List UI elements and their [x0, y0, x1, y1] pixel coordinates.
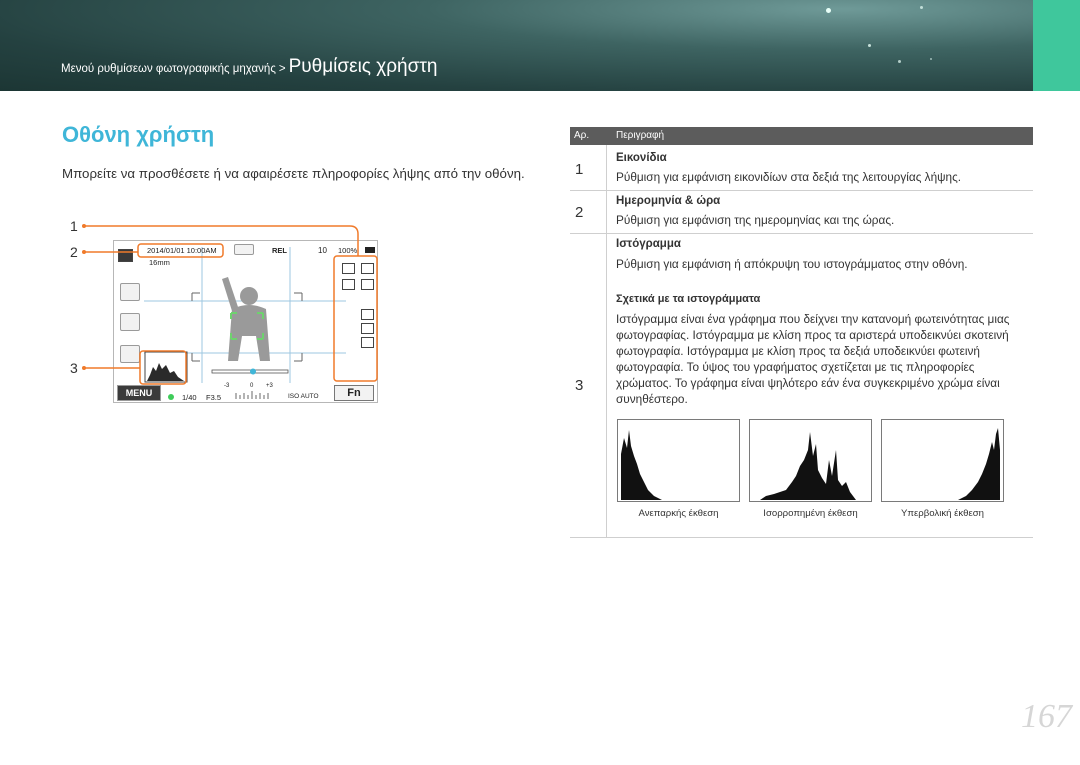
histogram-about-text: Ιστόγραμμα είναι ένα γράφημα που δείχνει…: [616, 312, 1010, 406]
row-3-description: Ρύθμιση για εμφάνιση ή απόκρυψη του ιστο…: [616, 257, 968, 271]
row-3-title: Ιστόγραμμα: [616, 238, 681, 250]
callout-2-label: 2: [70, 244, 78, 260]
screen-ev-plus: +3: [266, 383, 273, 389]
screen-rel-label: REL: [272, 246, 287, 255]
fn-button[interactable]: Fn: [334, 385, 374, 401]
flash-icon: [361, 295, 374, 306]
row-divider: [570, 190, 1033, 191]
decor-sparkle: [920, 6, 923, 9]
camera-screen-illustration: 2014/01/01 10:00AM 16mm REL 10 100% MENU…: [113, 240, 378, 403]
row-2-description: Ρύθμιση για εμφάνιση της ημερομηνίας και…: [616, 213, 895, 227]
histogram-caption-overexposed: Υπερβολική έκθεση: [901, 508, 984, 519]
row-2-title: Ημερομηνία & ώρα: [616, 195, 721, 207]
screen-ev-zero: 0: [250, 383, 254, 389]
smart-filter-icon: [361, 323, 374, 334]
table-column-divider: [606, 145, 607, 537]
table-header: Αρ. Περιγραφή: [570, 127, 1033, 145]
decor-sparkle: [930, 58, 932, 60]
callout-3-label: 3: [70, 360, 78, 376]
breadcrumb-separator: >: [278, 63, 286, 75]
histogram-caption-underexposed: Ανεπαρκής έκθεση: [638, 508, 719, 519]
column-header-number: Αρ.: [574, 130, 590, 141]
metering-icon: [342, 263, 355, 274]
histogram-about-title: Σχετικά με τα ιστογράμματα: [616, 293, 761, 305]
row-1-description: Ρύθμιση για εμφάνιση εικονιδίων στα δεξι…: [616, 170, 962, 184]
af-area-icon: [361, 309, 374, 320]
row-3-number: 3: [575, 377, 584, 394]
header-banner: Μενού ρυθμίσεων φωτογραφικής μηχανής > Ρυθ…: [0, 0, 1080, 91]
row-2-number: 2: [575, 204, 584, 221]
exposure-comp-icon: [361, 337, 374, 348]
wifi-icon[interactable]: [120, 313, 140, 331]
chapter-tab[interactable]: [1033, 0, 1080, 91]
shooting-mode-icon: [118, 249, 133, 262]
screen-battery-level: 100%: [338, 246, 358, 255]
table-bottom-border: [570, 537, 1033, 538]
menu-button[interactable]: MENU: [117, 385, 161, 401]
decor-sparkle: [826, 8, 831, 13]
screen-focal-length: 16mm: [149, 258, 170, 267]
row-1-number: 1: [575, 161, 584, 178]
quality-icon: [342, 279, 355, 290]
screen-datetime: 2014/01/01 10:00AM: [147, 246, 217, 255]
breadcrumb-current: Ρυθμίσεις χρήστη: [288, 56, 438, 77]
histogram-balanced: [749, 419, 872, 502]
screen-ev-minus: -3: [224, 383, 230, 389]
breadcrumb: Μενού ρυθμίσεων φωτογραφικής μηχανής > Ρυθ…: [61, 56, 437, 78]
decor-sparkle: [898, 60, 901, 63]
histogram-caption-balanced: Ισορροπημένη έκθεση: [763, 508, 858, 519]
face-detect-icon: [361, 366, 374, 377]
row-1-title: Εικονίδια: [616, 152, 667, 164]
drive-mode-icon: [361, 279, 374, 290]
camera-settings-icon[interactable]: [120, 283, 140, 301]
screen-aperture: F3.5: [206, 393, 222, 402]
playback-icon[interactable]: [120, 345, 140, 363]
screen-iso: ISO AUTO: [288, 393, 319, 400]
image-size-icon: [361, 263, 374, 274]
breadcrumb-parent[interactable]: Μενού ρυθμίσεων φωτογραφικής μηχανής: [61, 63, 276, 75]
intro-text: Μπορείτε να προσθέσετε ή να αφαιρέσετε π…: [62, 166, 525, 181]
description-table: Αρ. Περιγραφή: [570, 127, 1033, 145]
histogram-underexposed: [617, 419, 740, 502]
column-header-description: Περιγραφή: [616, 130, 665, 141]
row-divider: [570, 233, 1033, 234]
section-title: Οθόνη χρήστη: [62, 122, 215, 147]
decor-sparkle: [868, 44, 871, 47]
screen-shots-remaining: 10: [318, 246, 327, 255]
histogram-overexposed: [881, 419, 1004, 502]
page-number: 167: [1021, 698, 1072, 735]
callout-1-label: 1: [70, 218, 78, 234]
white-balance-icon: [361, 351, 374, 362]
chevron-down-icon[interactable]: [234, 244, 254, 255]
screen-shutter: 1/40: [182, 393, 197, 402]
